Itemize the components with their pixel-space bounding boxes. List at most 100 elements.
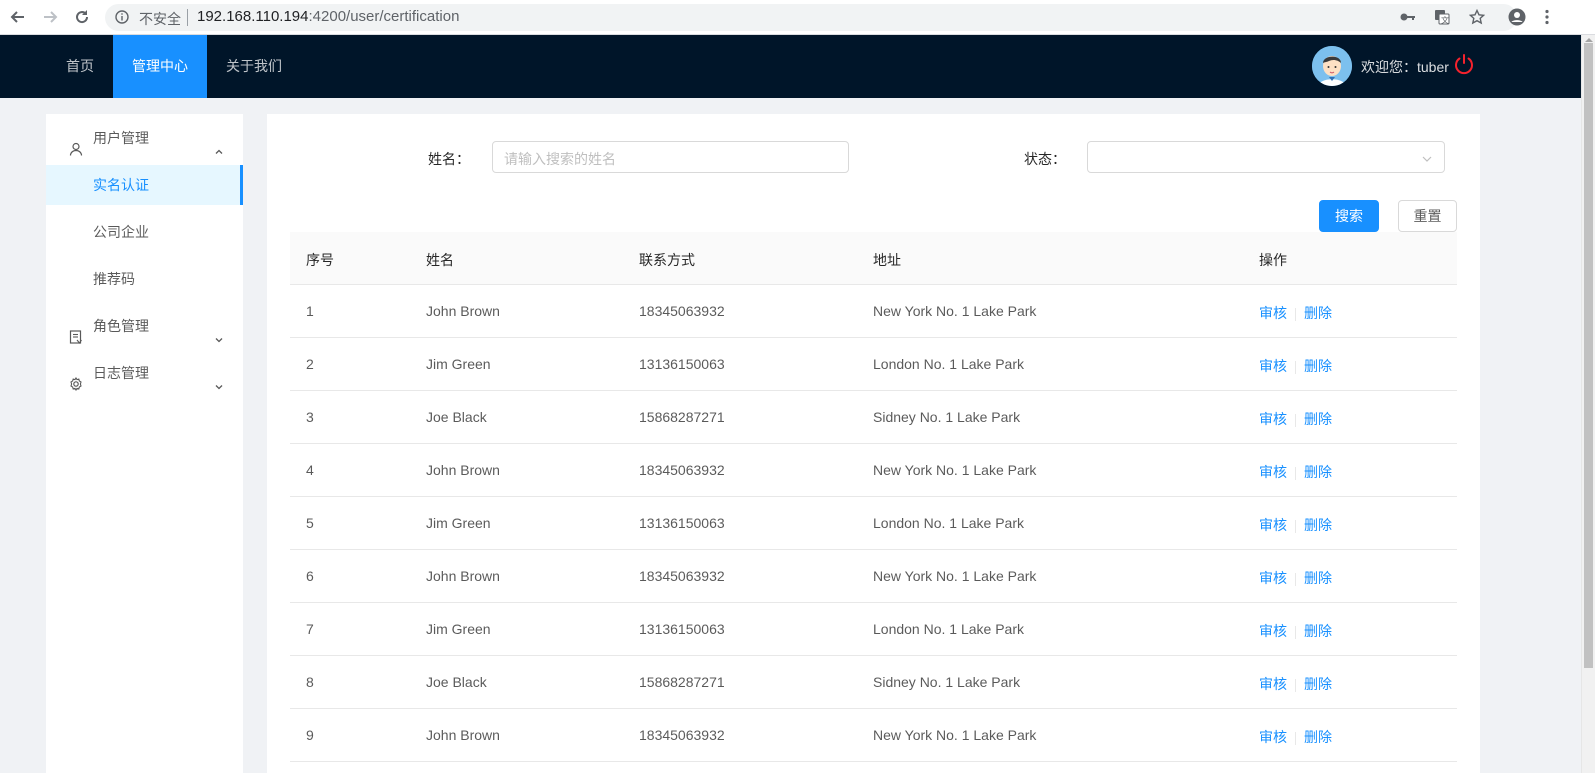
review-link[interactable]: 审核	[1259, 464, 1287, 480]
review-link[interactable]: 审核	[1259, 358, 1287, 374]
sidebar-group-role-management[interactable]: 角色管理	[46, 306, 243, 346]
action-divider	[1295, 360, 1296, 374]
nav-admin-center[interactable]: 管理中心	[113, 35, 207, 98]
gear-icon	[69, 366, 83, 392]
column-header-name: 姓名	[426, 252, 454, 268]
sidebar-group-label: 用户管理	[93, 130, 149, 146]
sidebar-item-label: 实名认证	[93, 177, 149, 193]
table-row: 2 Jim Green 13136150063 London No. 1 Lak…	[290, 338, 1457, 391]
delete-link[interactable]: 删除	[1304, 358, 1332, 374]
action-divider	[1295, 678, 1296, 692]
column-header-index: 序号	[306, 252, 334, 268]
cell-index: 6	[306, 568, 314, 584]
action-divider	[1295, 625, 1296, 639]
scroll-up-arrow-icon[interactable]	[1585, 38, 1593, 42]
delete-link[interactable]: 删除	[1304, 517, 1332, 533]
table-row: 4 John Brown 18345063932 New York No. 1 …	[290, 444, 1457, 497]
user-icon	[69, 131, 83, 156]
back-arrow-icon[interactable]	[7, 6, 29, 28]
action-divider	[1295, 731, 1296, 745]
cell-name: Joe Black	[426, 674, 487, 690]
cell-address: Sidney No. 1 Lake Park	[873, 409, 1021, 425]
search-button[interactable]: 搜索	[1319, 200, 1379, 232]
review-link[interactable]: 审核	[1259, 623, 1287, 639]
chevron-down-icon	[214, 367, 224, 390]
cell-address: New York No. 1 Lake Park	[873, 303, 1037, 319]
sidebar-group-label: 日志管理	[93, 365, 149, 381]
review-link[interactable]: 审核	[1259, 676, 1287, 692]
cell-phone: 18345063932	[639, 727, 725, 743]
cell-phone: 18345063932	[639, 568, 725, 584]
translate-icon[interactable]: 文	[1432, 7, 1452, 27]
column-header-actions: 操作	[1259, 252, 1287, 268]
url-text[interactable]: 192.168.110.194:4200/user/certification	[197, 8, 459, 25]
cell-index: 2	[306, 356, 314, 372]
welcome-text: 欢迎您：tuber	[1361, 59, 1449, 75]
page-scrollbar[interactable]	[1581, 35, 1595, 773]
nav-home[interactable]: 首页	[46, 35, 114, 98]
delete-link[interactable]: 删除	[1304, 623, 1332, 639]
scrollbar-thumb[interactable]	[1584, 43, 1593, 668]
cell-address: New York No. 1 Lake Park	[873, 727, 1037, 743]
star-icon[interactable]	[1467, 7, 1487, 27]
certification-table: 序号 姓名 联系方式 地址 操作 1 John Brown 1834506393…	[290, 232, 1457, 762]
review-link[interactable]: 审核	[1259, 570, 1287, 586]
sidebar-item-referral-code[interactable]: 推荐码	[46, 259, 243, 299]
name-search-input[interactable]: 请输入搜索的姓名	[492, 141, 849, 173]
cell-address: London No. 1 Lake Park	[873, 621, 1024, 637]
cell-actions: 审核 删除	[1259, 674, 1332, 694]
info-icon[interactable]	[115, 10, 129, 24]
forward-arrow-icon[interactable]	[39, 6, 61, 28]
review-link[interactable]: 审核	[1259, 305, 1287, 321]
delete-link[interactable]: 删除	[1304, 676, 1332, 692]
cell-phone: 15868287271	[639, 409, 725, 425]
nav-about[interactable]: 关于我们	[207, 35, 301, 98]
avatar[interactable]	[1312, 46, 1352, 86]
reset-button[interactable]: 重置	[1398, 200, 1457, 232]
main-content: 姓名： 请输入搜索的姓名 状态： 搜索 重置 序号 姓名 联系方式 地址 操作 …	[267, 114, 1480, 773]
column-header-address: 地址	[873, 252, 901, 268]
review-link[interactable]: 审核	[1259, 517, 1287, 533]
url-host: 192.168.110.194	[197, 8, 309, 25]
status-select[interactable]	[1087, 141, 1445, 173]
more-menu-icon[interactable]	[1537, 7, 1557, 27]
sidebar-item-real-name-auth[interactable]: 实名认证	[46, 165, 243, 205]
delete-link[interactable]: 删除	[1304, 464, 1332, 480]
delete-link[interactable]: 删除	[1304, 305, 1332, 321]
delete-link[interactable]: 删除	[1304, 729, 1332, 745]
name-search-placeholder: 请输入搜索的姓名	[504, 151, 616, 167]
chevron-down-icon	[1421, 152, 1433, 164]
browser-toolbar: 不安全 192.168.110.194:4200/user/certificat…	[0, 0, 1595, 35]
security-label: 不安全	[139, 11, 181, 27]
address-bar[interactable]: 不安全 192.168.110.194:4200/user/certificat…	[105, 4, 1517, 31]
url-path: :4200/user/certification	[308, 8, 460, 25]
cell-address: London No. 1 Lake Park	[873, 356, 1024, 372]
cell-address: New York No. 1 Lake Park	[873, 568, 1037, 584]
reload-icon[interactable]	[71, 6, 93, 28]
table-header: 序号 姓名 联系方式 地址 操作	[290, 232, 1457, 285]
column-header-contact: 联系方式	[639, 252, 695, 268]
cell-actions: 审核 删除	[1259, 462, 1332, 482]
action-divider	[1295, 307, 1296, 321]
address-divider	[187, 9, 188, 26]
table-row: 5 Jim Green 13136150063 London No. 1 Lak…	[290, 497, 1457, 550]
sidebar-group-log-management[interactable]: 日志管理	[46, 353, 243, 393]
cell-name: John Brown	[426, 462, 500, 478]
sidebar-item-company[interactable]: 公司企业	[46, 212, 243, 252]
logout-power-icon[interactable]	[1453, 53, 1475, 75]
action-divider	[1295, 572, 1296, 586]
action-divider	[1295, 519, 1296, 533]
review-link[interactable]: 审核	[1259, 411, 1287, 427]
cell-index: 5	[306, 515, 314, 531]
cell-index: 3	[306, 409, 314, 425]
review-link[interactable]: 审核	[1259, 729, 1287, 745]
sidebar-group-user-management[interactable]: 用户管理	[46, 118, 243, 158]
cell-phone: 18345063932	[639, 303, 725, 319]
cell-name: Jim Green	[426, 515, 491, 531]
delete-link[interactable]: 删除	[1304, 570, 1332, 586]
key-icon[interactable]	[1398, 7, 1418, 27]
delete-link[interactable]: 删除	[1304, 411, 1332, 427]
profile-icon[interactable]	[1507, 7, 1527, 27]
name-filter-label: 姓名：	[428, 151, 470, 167]
sidebar-item-label: 推荐码	[93, 271, 135, 287]
